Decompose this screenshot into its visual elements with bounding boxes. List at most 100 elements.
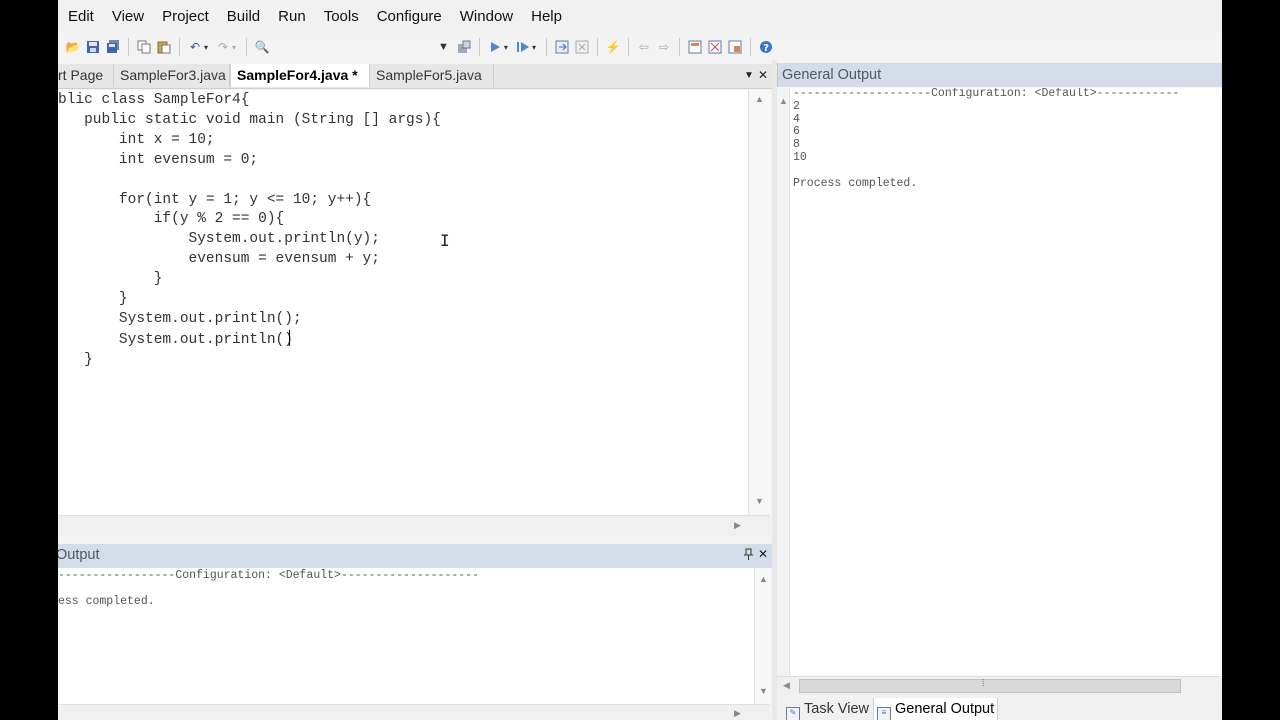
toolbar-separator xyxy=(678,38,680,56)
forward-icon[interactable]: ⇨ xyxy=(655,38,673,56)
output-panel-title: Output xyxy=(58,547,100,563)
menu-bar: Edit View Project Build Run Tools Config… xyxy=(58,0,1222,33)
tab-general-output[interactable]: ≡ General Output xyxy=(873,698,999,720)
redo-dropdown-icon[interactable]: ▾ xyxy=(232,43,236,52)
output-panel-content[interactable]: -----------------Configuration: <Default… xyxy=(58,568,754,706)
tab-samplefor5[interactable]: SampleFor5.java xyxy=(370,64,494,87)
run-icon[interactable] xyxy=(486,38,504,56)
toolbar-separator xyxy=(596,38,598,56)
toolbar-separator xyxy=(545,38,547,56)
find-icon[interactable]: 🔍 xyxy=(253,38,271,56)
redo-icon[interactable]: ↷ xyxy=(214,38,232,56)
scroll-down-icon[interactable]: ▼ xyxy=(755,496,764,506)
bottom-panel-tabs: ✎ Task View ≡ General Output xyxy=(777,697,1222,720)
output-line: 6 xyxy=(793,125,800,139)
code-line: int x = 10; xyxy=(58,131,215,148)
toolbar-separator xyxy=(246,38,248,56)
general-output-header: General Output xyxy=(777,63,1222,87)
menu-edit[interactable]: Edit xyxy=(58,8,102,25)
tab-list-dropdown-icon[interactable]: ▼ xyxy=(744,70,754,81)
menu-tools[interactable]: Tools xyxy=(314,8,367,25)
menu-view[interactable]: View xyxy=(102,8,152,25)
editor-horizontal-scrollbar[interactable]: ▶ xyxy=(58,515,770,536)
scroll-up-icon[interactable]: ▲ xyxy=(759,574,768,584)
output-vertical-scrollbar[interactable]: ▲ ▼ xyxy=(754,568,771,704)
build-file-icon[interactable] xyxy=(455,38,473,56)
scroll-right-icon[interactable]: ▶ xyxy=(734,520,741,531)
toolbar-separator xyxy=(749,38,751,56)
tab-samplefor4[interactable]: SampleFor4.java * xyxy=(230,64,370,87)
scroll-up-icon[interactable]: ▲ xyxy=(779,96,788,106)
code-editor[interactable]: blic class SampleFor4{ public static voi… xyxy=(58,90,748,515)
menu-window[interactable]: Window xyxy=(450,8,521,25)
menu-help[interactable]: Help xyxy=(521,8,570,25)
clean-icon[interactable]: ⚡ xyxy=(604,38,622,56)
scroll-up-icon[interactable]: ▲ xyxy=(755,94,764,104)
code-line: System.out.println() xyxy=(58,331,293,348)
scroll-left-icon[interactable]: ◀ xyxy=(783,680,790,691)
bookmark-clear-icon[interactable] xyxy=(726,38,744,56)
scroll-down-icon[interactable]: ▼ xyxy=(759,686,768,696)
scrollbar-thumb[interactable]: ⦙ xyxy=(799,678,1181,693)
debug-icon[interactable] xyxy=(514,38,532,56)
bookmark-next-icon[interactable] xyxy=(706,38,724,56)
svg-text:?: ? xyxy=(763,43,769,54)
close-panel-icon[interactable]: ✕ xyxy=(758,547,768,561)
code-line: } xyxy=(58,351,93,368)
scroll-right-icon[interactable]: ▶ xyxy=(734,708,741,719)
output-process-line: ess completed. xyxy=(58,595,155,608)
help-icon[interactable]: ? xyxy=(757,38,775,56)
undo-icon[interactable]: ↶ xyxy=(186,38,204,56)
general-output-content[interactable]: --------------------Configuration: <Defa… xyxy=(777,88,1222,678)
tab-start-page[interactable]: rt Page xyxy=(58,64,114,87)
toolbar-separator xyxy=(478,38,480,56)
menu-build[interactable]: Build xyxy=(217,8,268,25)
debug-dropdown-icon[interactable]: ▾ xyxy=(532,43,536,52)
open-file-icon[interactable]: 📂 xyxy=(64,38,82,56)
code-line: System.out.println(y); xyxy=(58,231,380,248)
toolbar-separator xyxy=(627,38,629,56)
pin-icon[interactable] xyxy=(744,548,754,563)
code-line: for(int y = 1; y <= 10; y++){ xyxy=(58,191,372,208)
step-into-icon[interactable] xyxy=(553,38,571,56)
tab-general-output-label: General Output xyxy=(895,701,995,717)
code-line: } xyxy=(58,291,128,308)
output-config-line: --------------------Configuration: <Defa… xyxy=(793,88,1180,100)
menu-project[interactable]: Project xyxy=(152,8,217,25)
output-line: 10 xyxy=(793,150,807,164)
paste-icon[interactable] xyxy=(155,38,173,56)
general-output-vertical-scrollbar[interactable]: ▲ xyxy=(777,88,790,678)
editor-vertical-scrollbar[interactable]: ▲ ▼ xyxy=(748,90,771,515)
code-text[interactable]: blic class SampleFor4{ public static voi… xyxy=(58,91,441,371)
code-line: if(y % 2 == 0){ xyxy=(58,211,285,228)
output-blank-line xyxy=(793,165,1179,178)
toolbar-separator xyxy=(179,38,180,56)
output-panel-header: Output ✕ xyxy=(58,544,772,568)
copy-icon[interactable] xyxy=(135,38,153,56)
bookmark-icon[interactable] xyxy=(686,38,704,56)
undo-dropdown-icon[interactable]: ▾ xyxy=(204,43,208,52)
menu-run[interactable]: Run xyxy=(268,8,314,25)
general-output-icon: ≡ xyxy=(877,707,891,720)
save-icon[interactable] xyxy=(84,38,102,56)
grip-icon: ⦙ xyxy=(982,678,985,689)
tab-task-view-label: Task View xyxy=(804,701,870,717)
general-output-horizontal-scrollbar[interactable]: ◀ ⦙ xyxy=(777,676,1222,695)
code-line: System.out.println(); xyxy=(58,310,302,327)
run-dropdown-icon[interactable]: ▾ xyxy=(504,43,508,52)
code-line: blic class SampleFor4{ xyxy=(58,92,250,108)
code-line: evensum = evensum + y; xyxy=(58,251,380,268)
code-line: public static void main (String [] args)… xyxy=(58,111,441,128)
ide-window: Edit View Project Build Run Tools Config… xyxy=(58,0,1222,720)
tab-samplefor3[interactable]: SampleFor3.java xyxy=(114,64,230,87)
close-tab-icon[interactable]: ✕ xyxy=(758,68,768,82)
tab-task-view[interactable]: ✎ Task View xyxy=(783,698,872,720)
save-all-icon[interactable] xyxy=(104,38,122,56)
config-dropdown-icon[interactable]: ▼ xyxy=(438,41,449,53)
menu-configure[interactable]: Configure xyxy=(367,8,450,25)
output-config-line: -----------------Configuration: <Default… xyxy=(58,569,479,582)
output-horizontal-scrollbar[interactable]: ▶ xyxy=(58,704,770,720)
code-line: } xyxy=(58,271,163,288)
back-icon[interactable]: ⇦ xyxy=(635,38,653,56)
step-over-icon[interactable] xyxy=(573,38,591,56)
